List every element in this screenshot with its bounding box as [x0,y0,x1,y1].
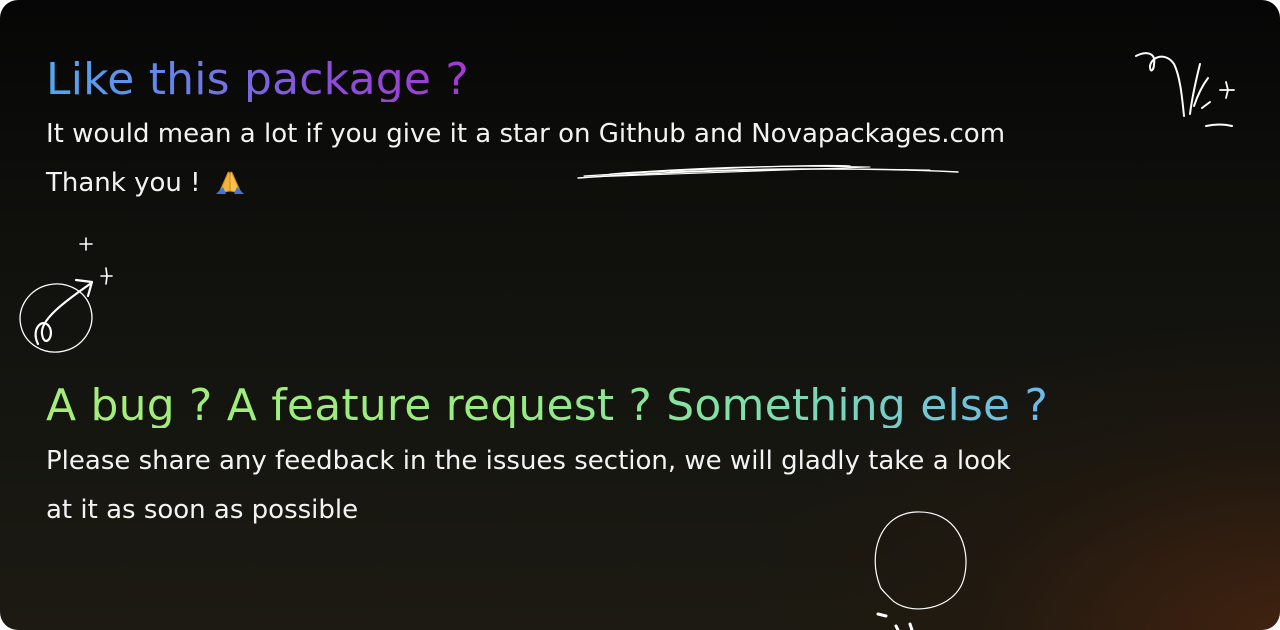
feedback-heading: A bug ? A feature request ? Something el… [46,380,1049,431]
star-message-line1: It would mean a lot if you give it a sta… [46,119,1006,149]
feedback-message-line2: at it as soon as possible [46,495,359,525]
feedback-message: Please share any feedback in the issues … [46,437,1216,535]
sparkle-doodle-icon [1135,52,1235,127]
folded-hands-icon [215,171,244,194]
star-message-line2: Thank you ! [46,168,201,198]
scribble-underline-icon [577,164,959,179]
feedback-message-line1: Please share any feedback in the issues … [46,446,1011,476]
star-heading: Like this package ? [46,54,469,105]
promo-card: Like this package ? It would mean a lot … [0,0,1280,630]
arrow-circle-doodle-icon [19,237,113,353]
loop-doodle-icon [874,511,967,630]
